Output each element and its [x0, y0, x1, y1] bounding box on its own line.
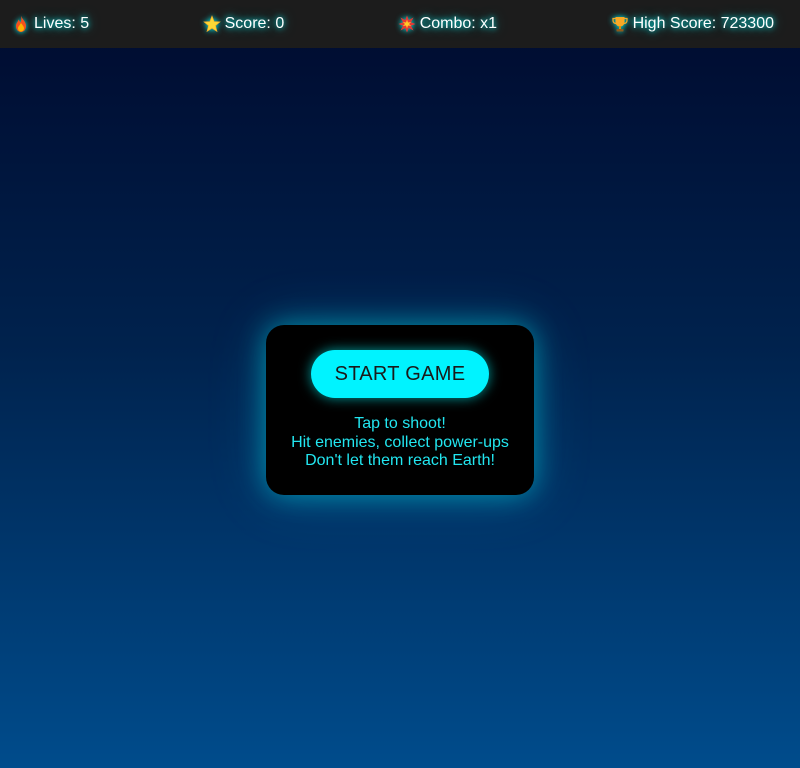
game-screen[interactable]: Lives: 5 Score: 0 Combo: x1 High Score: …: [0, 0, 800, 768]
hud-bar: Lives: 5 Score: 0 Combo: x1 High Score: …: [0, 0, 800, 48]
score-label: Score: 0: [224, 15, 285, 32]
high-score-label: High Score: 723300: [632, 15, 774, 32]
combo-label: Combo: x1: [419, 15, 498, 32]
lives-label: Lives: 5: [34, 15, 90, 32]
trophy-icon: [611, 15, 629, 33]
instruction-line: Don't let them reach Earth!: [305, 452, 495, 469]
lives-display: Lives: 5: [12, 15, 89, 33]
instruction-line: Tap to shoot!: [354, 415, 446, 432]
star-icon: [202, 15, 221, 33]
instruction-line: Hit enemies, collect power-ups: [291, 433, 509, 451]
fire-icon: [12, 15, 30, 33]
start-game-button[interactable]: START GAME: [311, 350, 489, 398]
start-menu-panel: START GAME Tap to shoot! Hit enemies, co…: [266, 325, 534, 495]
score-display: Score: 0: [202, 15, 285, 33]
high-score-display: High Score: 723300: [611, 15, 774, 33]
combo-display: Combo: x1: [398, 15, 497, 33]
explosion-icon: [398, 15, 416, 33]
instructions-text: Tap to shoot! Hit enemies, collect power…: [266, 415, 534, 471]
